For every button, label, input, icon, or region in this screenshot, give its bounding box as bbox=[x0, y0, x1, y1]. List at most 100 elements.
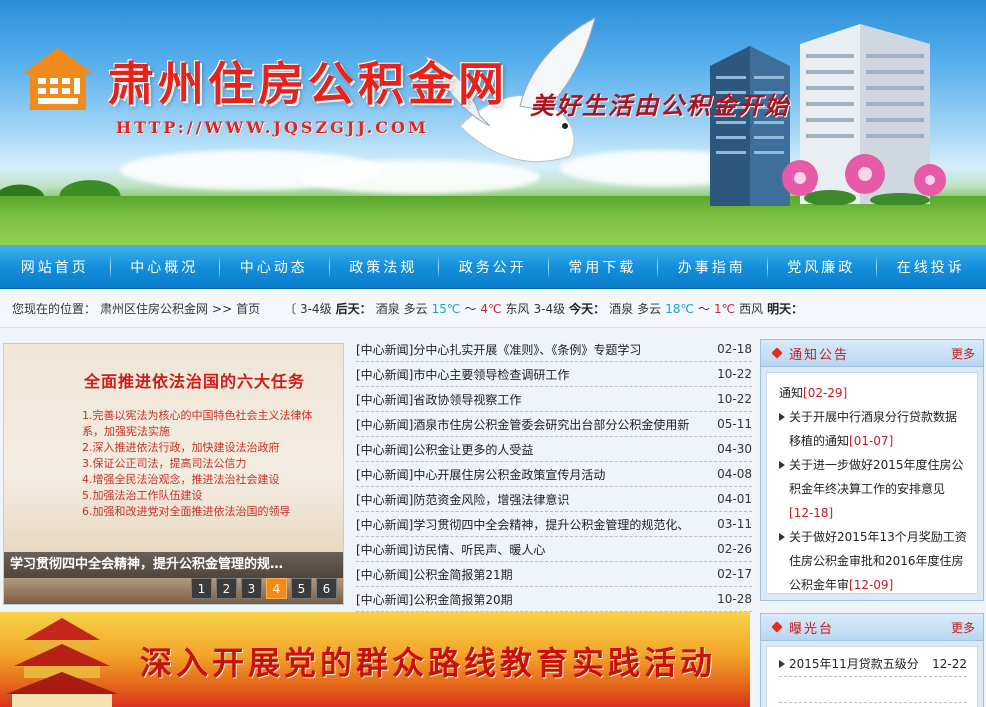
weather-city: 酒泉 bbox=[609, 302, 634, 316]
news-item[interactable]: [中心新闻]中心开展住房公积金政策宣传月活动 04-08 bbox=[356, 462, 752, 487]
party-activity-banner[interactable]: 深入开展党的群众路线教育实践活动 bbox=[0, 612, 750, 707]
nav-item-home[interactable]: 网站首页 bbox=[0, 245, 110, 289]
location-current: 首页 bbox=[236, 302, 261, 316]
slide-page-button[interactable]: 3 bbox=[241, 578, 262, 599]
weather-day-label: 后天： bbox=[335, 302, 372, 316]
notice-more-link[interactable]: 更多 bbox=[951, 345, 975, 362]
nav-item-news[interactable]: 中心动态 bbox=[219, 245, 329, 289]
weather-temp-low: 18℃ bbox=[665, 301, 694, 316]
news-date: 02-26 bbox=[717, 542, 752, 556]
nav-item-complaint[interactable]: 在线投诉 bbox=[876, 245, 986, 289]
news-list: [中心新闻]分中心扎实开展《准则》、《条例》专题学习 02-18 [中心新闻]市中… bbox=[356, 337, 752, 612]
exposure-title-wrap: 曝光台 bbox=[771, 618, 834, 637]
photo-slideshow[interactable]: 全面推进依法治国的六大任务 1.完善以宪法为核心的中国特色社会主义法律体 系，加… bbox=[3, 343, 344, 605]
party-banner-title: 深入开展党的群众路线教育实践活动 bbox=[140, 644, 717, 682]
flowers-icon bbox=[782, 154, 946, 205]
news-title[interactable]: [中心新闻]访民情、听民声、暖人心 bbox=[356, 541, 696, 558]
exposure-text[interactable]: 2015年11月贷款五级分 bbox=[789, 655, 919, 672]
slide-line: 6.加强和改进党对全面推进依法治国的领导 bbox=[82, 505, 291, 518]
slide-lines: 1.完善以宪法为核心的中国特色社会主义法律体 系，加强宪法实施 2.深入推进依法… bbox=[82, 408, 337, 520]
news-item[interactable]: [中心新闻]公积金简报第20期 10-28 bbox=[356, 587, 752, 612]
nav-item-downloads[interactable]: 常用下载 bbox=[547, 245, 658, 289]
main-nav: 网站首页 中心概况 中心动态 政策法规 政务公开 常用下载 办事指南 党风廉政 … bbox=[0, 245, 986, 289]
slide-page-button[interactable]: 6 bbox=[316, 578, 337, 599]
news-item[interactable]: [中心新闻]分中心扎实开展《准则》、《条例》专题学习 02-18 bbox=[356, 337, 752, 362]
notice-item[interactable]: 通知[02-29] bbox=[779, 381, 967, 405]
news-date: 04-30 bbox=[717, 442, 752, 456]
slide-page-button-active[interactable]: 4 bbox=[266, 578, 287, 599]
news-date: 02-18 bbox=[717, 342, 752, 356]
weather-tilde: ～ bbox=[464, 302, 477, 316]
nav-item-guide[interactable]: 办事指南 bbox=[657, 245, 767, 289]
nav-item-about[interactable]: 中心概况 bbox=[109, 245, 220, 289]
news-title[interactable]: [中心新闻]公积金简报第20期 bbox=[356, 591, 696, 608]
slide-page-button[interactable]: 2 bbox=[216, 578, 237, 599]
site-url: HTTP://WWW.JQSZGJJ.COM bbox=[116, 118, 429, 137]
news-title[interactable]: [中心新闻]公积金简报第21期 bbox=[356, 566, 696, 583]
notice-text[interactable]: 关于进一步做好2015年度住房公积金年终决算工作的安排意见 bbox=[789, 458, 964, 496]
nav-item-integrity[interactable]: 党风廉政 bbox=[766, 245, 877, 289]
news-date: 04-01 bbox=[717, 492, 752, 506]
notice-panel: 通知公告 更多 通知[02-29] 关于开展中行酒泉分行贷款数据移植的通知[01… bbox=[760, 339, 984, 601]
slogan: 美好生活由公积金开始 bbox=[530, 91, 790, 120]
weather-lead: 〔 3-4级 bbox=[284, 302, 332, 316]
news-title[interactable]: [中心新闻]防范资金风险，增强法律意识 bbox=[356, 491, 696, 508]
location-label: 您现在的位置： bbox=[12, 302, 97, 316]
nav-item-public-affairs[interactable]: 政务公开 bbox=[438, 245, 548, 289]
weather-condition: 多云 bbox=[637, 302, 662, 316]
notice-title: 通知公告 bbox=[789, 347, 850, 363]
location-site-link[interactable]: 肃州区住房公积金网 bbox=[100, 300, 208, 317]
location-separator: >> bbox=[212, 301, 233, 316]
news-item[interactable]: [中心新闻]访民情、听民声、暖人心 02-26 bbox=[356, 537, 752, 562]
news-title[interactable]: [中心新闻]学习贯彻四中全会精神，提升公积金管理的规范化、 bbox=[356, 516, 696, 533]
news-item[interactable]: [中心新闻]公积金让更多的人受益 04-30 bbox=[356, 437, 752, 462]
news-item[interactable]: [中心新闻]省政协领导视察工作 10-22 bbox=[356, 387, 752, 412]
news-title[interactable]: [中心新闻]分中心扎实开展《准则》、《条例》专题学习 bbox=[356, 341, 696, 358]
notice-date: [01-07] bbox=[849, 434, 894, 448]
news-date: 05-11 bbox=[717, 417, 752, 431]
news-date: 03-11 bbox=[717, 517, 752, 531]
news-item[interactable]: [中心新闻]学习贯彻四中全会精神，提升公积金管理的规范化、 03-11 bbox=[356, 512, 752, 537]
notice-title-wrap: 通知公告 bbox=[771, 344, 850, 363]
exposure-panel: 曝光台 更多 2015年11月贷款五级分 12-22 bbox=[760, 613, 984, 707]
weather-wind: 西风 bbox=[739, 302, 764, 316]
news-item[interactable]: [中心新闻]酒泉市住房公积金管委会研究出台部分公积金使用新 05-11 bbox=[356, 412, 752, 437]
nav-item-policy[interactable]: 政策法规 bbox=[328, 245, 439, 289]
site-title: 肃州住房公积金网 bbox=[108, 57, 508, 111]
slide-line: 5.加强法治工作队伍建设 bbox=[82, 489, 203, 502]
news-title[interactable]: [中心新闻]公积金让更多的人受益 bbox=[356, 441, 696, 458]
slide-page-button[interactable]: 5 bbox=[291, 578, 312, 599]
exposure-panel-header: 曝光台 更多 bbox=[761, 614, 983, 641]
weather-temp-high: 1℃ bbox=[713, 301, 736, 316]
news-item[interactable]: [中心新闻]公积金简报第21期 02-17 bbox=[356, 562, 752, 587]
news-title[interactable]: [中心新闻]市中心主要领导检查调研工作 bbox=[356, 366, 696, 383]
exposure-more-link[interactable]: 更多 bbox=[951, 619, 975, 636]
notice-date: [02-29] bbox=[803, 386, 848, 400]
weather-tomorrow-label: 明天： bbox=[767, 302, 804, 316]
slide-heading: 全面推进依法治国的六大任务 bbox=[84, 372, 306, 391]
news-date: 10-22 bbox=[717, 392, 752, 406]
slide-line: 系，加强宪法实施 bbox=[82, 425, 170, 438]
news-title[interactable]: [中心新闻]省政协领导视察工作 bbox=[356, 391, 696, 408]
weather-ticker: 〔 3-4级 后天： 酒泉 多云 15℃ ～ 4℃ 东风 3-4级 今天： 酒泉 多云… bbox=[284, 300, 804, 317]
notice-list: 通知[02-29] 关于开展中行酒泉分行贷款数据移植的通知[01-07] 关于进… bbox=[766, 372, 978, 594]
slide-caption[interactable]: 学习贯彻四中全会精神，提升公积金管理的规… bbox=[4, 552, 343, 578]
news-item[interactable]: [中心新闻]市中心主要领导检查调研工作 10-22 bbox=[356, 362, 752, 387]
news-date: 10-28 bbox=[717, 592, 752, 606]
slide-line: 1.完善以宪法为核心的中国特色社会主义法律体 bbox=[82, 409, 313, 422]
news-title[interactable]: [中心新闻]酒泉市住房公积金管委会研究出台部分公积金使用新 bbox=[356, 416, 696, 433]
news-title[interactable]: [中心新闻]中心开展住房公积金政策宣传月活动 bbox=[356, 466, 696, 483]
news-item[interactable]: [中心新闻]防范资金风险，增强法律意识 04-01 bbox=[356, 487, 752, 512]
exposure-empty-row bbox=[779, 677, 967, 703]
notice-text[interactable]: 通知 bbox=[779, 386, 803, 400]
slide-page-button[interactable]: 1 bbox=[191, 578, 212, 599]
notice-panel-header: 通知公告 更多 bbox=[761, 340, 983, 367]
house-logo-icon bbox=[22, 48, 94, 110]
notice-item[interactable]: 关于做好2015年13个月奖励工资住房公积金审批和2016年度住房公积金年审[1… bbox=[779, 525, 967, 597]
notice-item[interactable]: 关于进一步做好2015年度住房公积金年终决算工作的安排意见 [12-18] bbox=[779, 453, 967, 525]
bullet-icon bbox=[771, 621, 783, 633]
notice-item[interactable]: 关于开展中行酒泉分行贷款数据移植的通知[01-07] bbox=[779, 405, 967, 453]
exposure-date: 12-22 bbox=[932, 656, 967, 671]
exposure-item[interactable]: 2015年11月贷款五级分 12-22 bbox=[779, 651, 967, 677]
notice-date: [12-18] bbox=[789, 506, 834, 520]
